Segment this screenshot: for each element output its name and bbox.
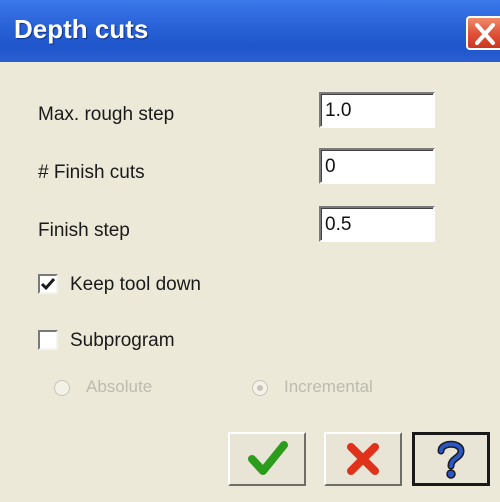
keep-tool-down-label[interactable]: Keep tool down (70, 274, 201, 296)
title-bar[interactable]: Depth cuts (0, 0, 500, 62)
finish-cuts-field[interactable]: 0 (319, 148, 435, 184)
subprogram-checkbox[interactable] (38, 330, 58, 350)
subprogram-label[interactable]: Subprogram (70, 330, 175, 352)
x-icon (347, 443, 379, 475)
depth-cuts-dialog: Depth cuts Max. rough step 1.0 # Finish … (0, 0, 500, 502)
incremental-radio[interactable] (252, 380, 268, 396)
checkmark-icon (40, 278, 56, 291)
radio-selected-dot (257, 385, 263, 391)
finish-step-field[interactable]: 0.5 (319, 206, 435, 242)
checkmark-icon (248, 441, 288, 475)
help-button[interactable] (412, 432, 490, 486)
finish-step-label: Finish step (38, 220, 130, 241)
incremental-label: Incremental (284, 377, 373, 396)
close-button[interactable] (466, 16, 500, 50)
max-rough-step-label: Max. rough step (38, 104, 175, 125)
absolute-radio[interactable] (54, 380, 70, 396)
absolute-label: Absolute (86, 377, 153, 396)
max-rough-step-field[interactable]: 1.0 (319, 92, 435, 128)
finish-cuts-label: # Finish cuts (38, 162, 145, 183)
ok-button[interactable] (228, 432, 306, 486)
question-icon (437, 440, 465, 479)
keep-tool-down-checkbox[interactable] (38, 274, 58, 294)
close-icon (475, 23, 495, 45)
cancel-button[interactable] (324, 432, 402, 486)
dialog-title: Depth cuts (14, 14, 149, 44)
